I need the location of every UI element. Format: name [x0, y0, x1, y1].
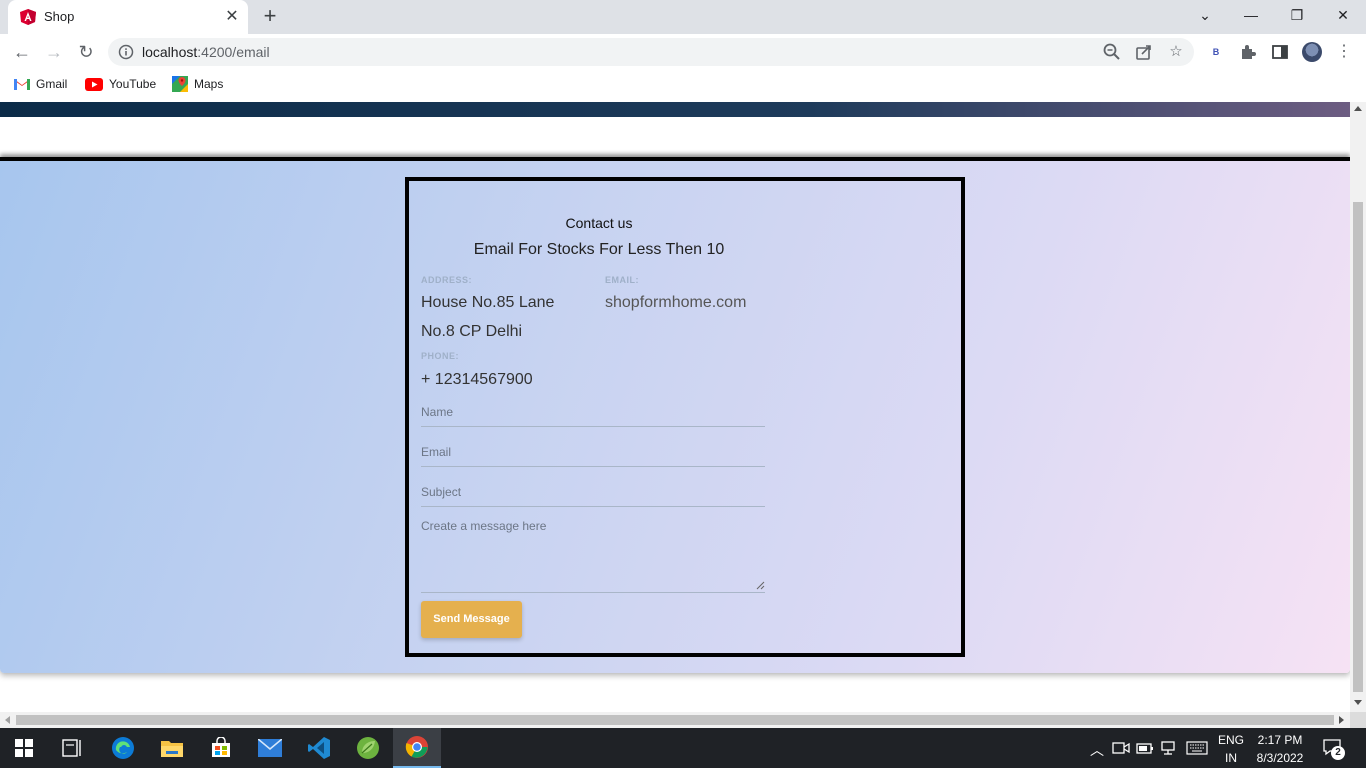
network-icon[interactable]: [1160, 740, 1178, 756]
email-input[interactable]: Email: [421, 437, 765, 467]
send-message-button[interactable]: Send Message: [421, 601, 522, 638]
taskbar-spring-tools[interactable]: [344, 728, 392, 768]
close-window-button[interactable]: ✕: [1320, 0, 1366, 30]
tab-search-chevron-icon[interactable]: ⌄: [1182, 0, 1228, 30]
meet-now-icon[interactable]: [1112, 740, 1130, 756]
message-textarea[interactable]: Create a message here: [421, 517, 765, 593]
vertical-scrollbar[interactable]: [1350, 102, 1366, 712]
minimize-button[interactable]: —: [1228, 0, 1274, 30]
scrollbar-corner: [1350, 712, 1366, 728]
system-clock[interactable]: 2:17 PM 8/3/2022: [1255, 731, 1305, 767]
reload-icon[interactable]: ↻: [74, 40, 98, 64]
bookmark-star-icon[interactable]: ☆: [1166, 42, 1186, 62]
angular-favicon-icon: [20, 9, 36, 25]
url-text: localhost:4200/email: [142, 44, 270, 60]
phone-label: PHONE:: [421, 351, 460, 361]
subject-input[interactable]: Subject: [421, 477, 765, 507]
address-bar[interactable]: [108, 38, 1194, 66]
page-header-bar: [0, 102, 1350, 117]
start-button[interactable]: [0, 728, 48, 768]
taskbar-mail[interactable]: [246, 728, 294, 768]
scroll-right-arrow-icon[interactable]: [1339, 716, 1344, 724]
edge-icon: [112, 737, 134, 759]
horizontal-scrollbar[interactable]: [0, 712, 1350, 728]
bookmark-youtube[interactable]: YouTube: [85, 74, 156, 94]
name-placeholder: Name: [421, 405, 454, 419]
contact-heading: Contact us: [565, 215, 633, 231]
contact-card: Contact us Email For Stocks For Less The…: [405, 177, 965, 657]
horizontal-scroll-thumb[interactable]: [16, 715, 1334, 725]
address-line-1: House No.85 Lane: [421, 294, 555, 311]
new-tab-button[interactable]: +: [258, 5, 282, 29]
battery-icon[interactable]: [1136, 741, 1154, 755]
taskbar-edge[interactable]: [99, 728, 147, 768]
vertical-scroll-thumb[interactable]: [1353, 202, 1363, 692]
keyboard-icon[interactable]: [1186, 741, 1208, 755]
taskbar-vscode[interactable]: [295, 728, 343, 768]
page-viewport: Contact us Email For Stocks For Less The…: [0, 102, 1350, 712]
extensions-puzzle-icon[interactable]: [1238, 42, 1258, 62]
clock-date: 8/3/2022: [1256, 751, 1304, 765]
subject-placeholder: Subject: [421, 485, 462, 499]
restore-button[interactable]: ❐: [1274, 0, 1320, 30]
bookmark-youtube-label: YouTube: [109, 77, 157, 91]
zoom-icon[interactable]: [1102, 42, 1122, 62]
phone-value: + 12314567900: [421, 371, 533, 388]
maps-icon: [172, 76, 188, 92]
extension-b-icon[interactable]: B: [1206, 42, 1226, 62]
tray-overflow-chevron-icon[interactable]: ︿: [1090, 740, 1104, 760]
action-center-button[interactable]: 2: [1322, 738, 1346, 760]
clock-time: 2:17 PM: [1257, 733, 1303, 747]
taskbar-chrome[interactable]: [393, 728, 441, 768]
url-path: :4200/email: [197, 44, 270, 60]
store-icon: [212, 737, 230, 757]
profile-avatar[interactable]: [1302, 42, 1322, 62]
scroll-left-arrow-icon[interactable]: [5, 716, 10, 724]
share-icon[interactable]: [1134, 42, 1154, 62]
address-line-2: No.8 CP Delhi: [421, 323, 523, 340]
tab-title: Shop: [44, 9, 75, 24]
forward-arrow-icon[interactable]: →: [42, 40, 66, 64]
scroll-down-arrow-icon[interactable]: [1354, 700, 1362, 705]
mail-icon: [258, 739, 282, 757]
folder-icon: [161, 741, 183, 757]
back-arrow-icon[interactable]: ←: [10, 40, 34, 64]
name-input[interactable]: Name: [421, 397, 765, 427]
spring-leaf-icon: [357, 737, 379, 759]
bookmark-maps-label: Maps: [194, 77, 224, 91]
input-language-indicator[interactable]: ENG IN: [1214, 731, 1248, 767]
region-code: IN: [1225, 751, 1237, 765]
scroll-up-arrow-icon[interactable]: [1354, 106, 1362, 111]
url-host: localhost: [142, 44, 198, 60]
task-view-icon: [62, 739, 81, 757]
email-placeholder: Email: [421, 445, 452, 459]
bookmark-gmail[interactable]: Gmail: [14, 74, 67, 94]
notification-count-badge: 2: [1331, 746, 1345, 760]
chrome-icon: [405, 736, 428, 758]
bookmark-maps[interactable]: Maps: [172, 74, 223, 94]
gmail-icon: [14, 78, 30, 90]
browser-tab[interactable]: Shop ✕: [8, 0, 248, 34]
language-code: ENG: [1217, 733, 1244, 747]
taskbar-file-explorer[interactable]: [148, 728, 196, 768]
contact-subheading: Email For Stocks For Less Then 10: [473, 241, 725, 258]
message-placeholder: Create a message here: [421, 519, 547, 533]
vscode-icon: [308, 737, 330, 759]
email-value: shopformhome.com: [605, 294, 747, 311]
textarea-resize-handle-icon[interactable]: [755, 580, 765, 590]
site-info-icon[interactable]: [118, 44, 134, 60]
more-menu-icon[interactable]: ⋮: [1336, 41, 1352, 63]
windows-logo-icon: [15, 739, 33, 757]
bookmark-gmail-label: Gmail: [36, 77, 68, 91]
side-panel-icon[interactable]: [1270, 42, 1290, 62]
email-label: EMAIL:: [605, 275, 639, 285]
close-tab-icon[interactable]: ✕: [222, 7, 242, 27]
address-label: ADDRESS:: [421, 275, 473, 285]
youtube-icon: [85, 77, 103, 91]
task-view-button[interactable]: [48, 728, 96, 768]
taskbar-store[interactable]: [197, 728, 245, 768]
